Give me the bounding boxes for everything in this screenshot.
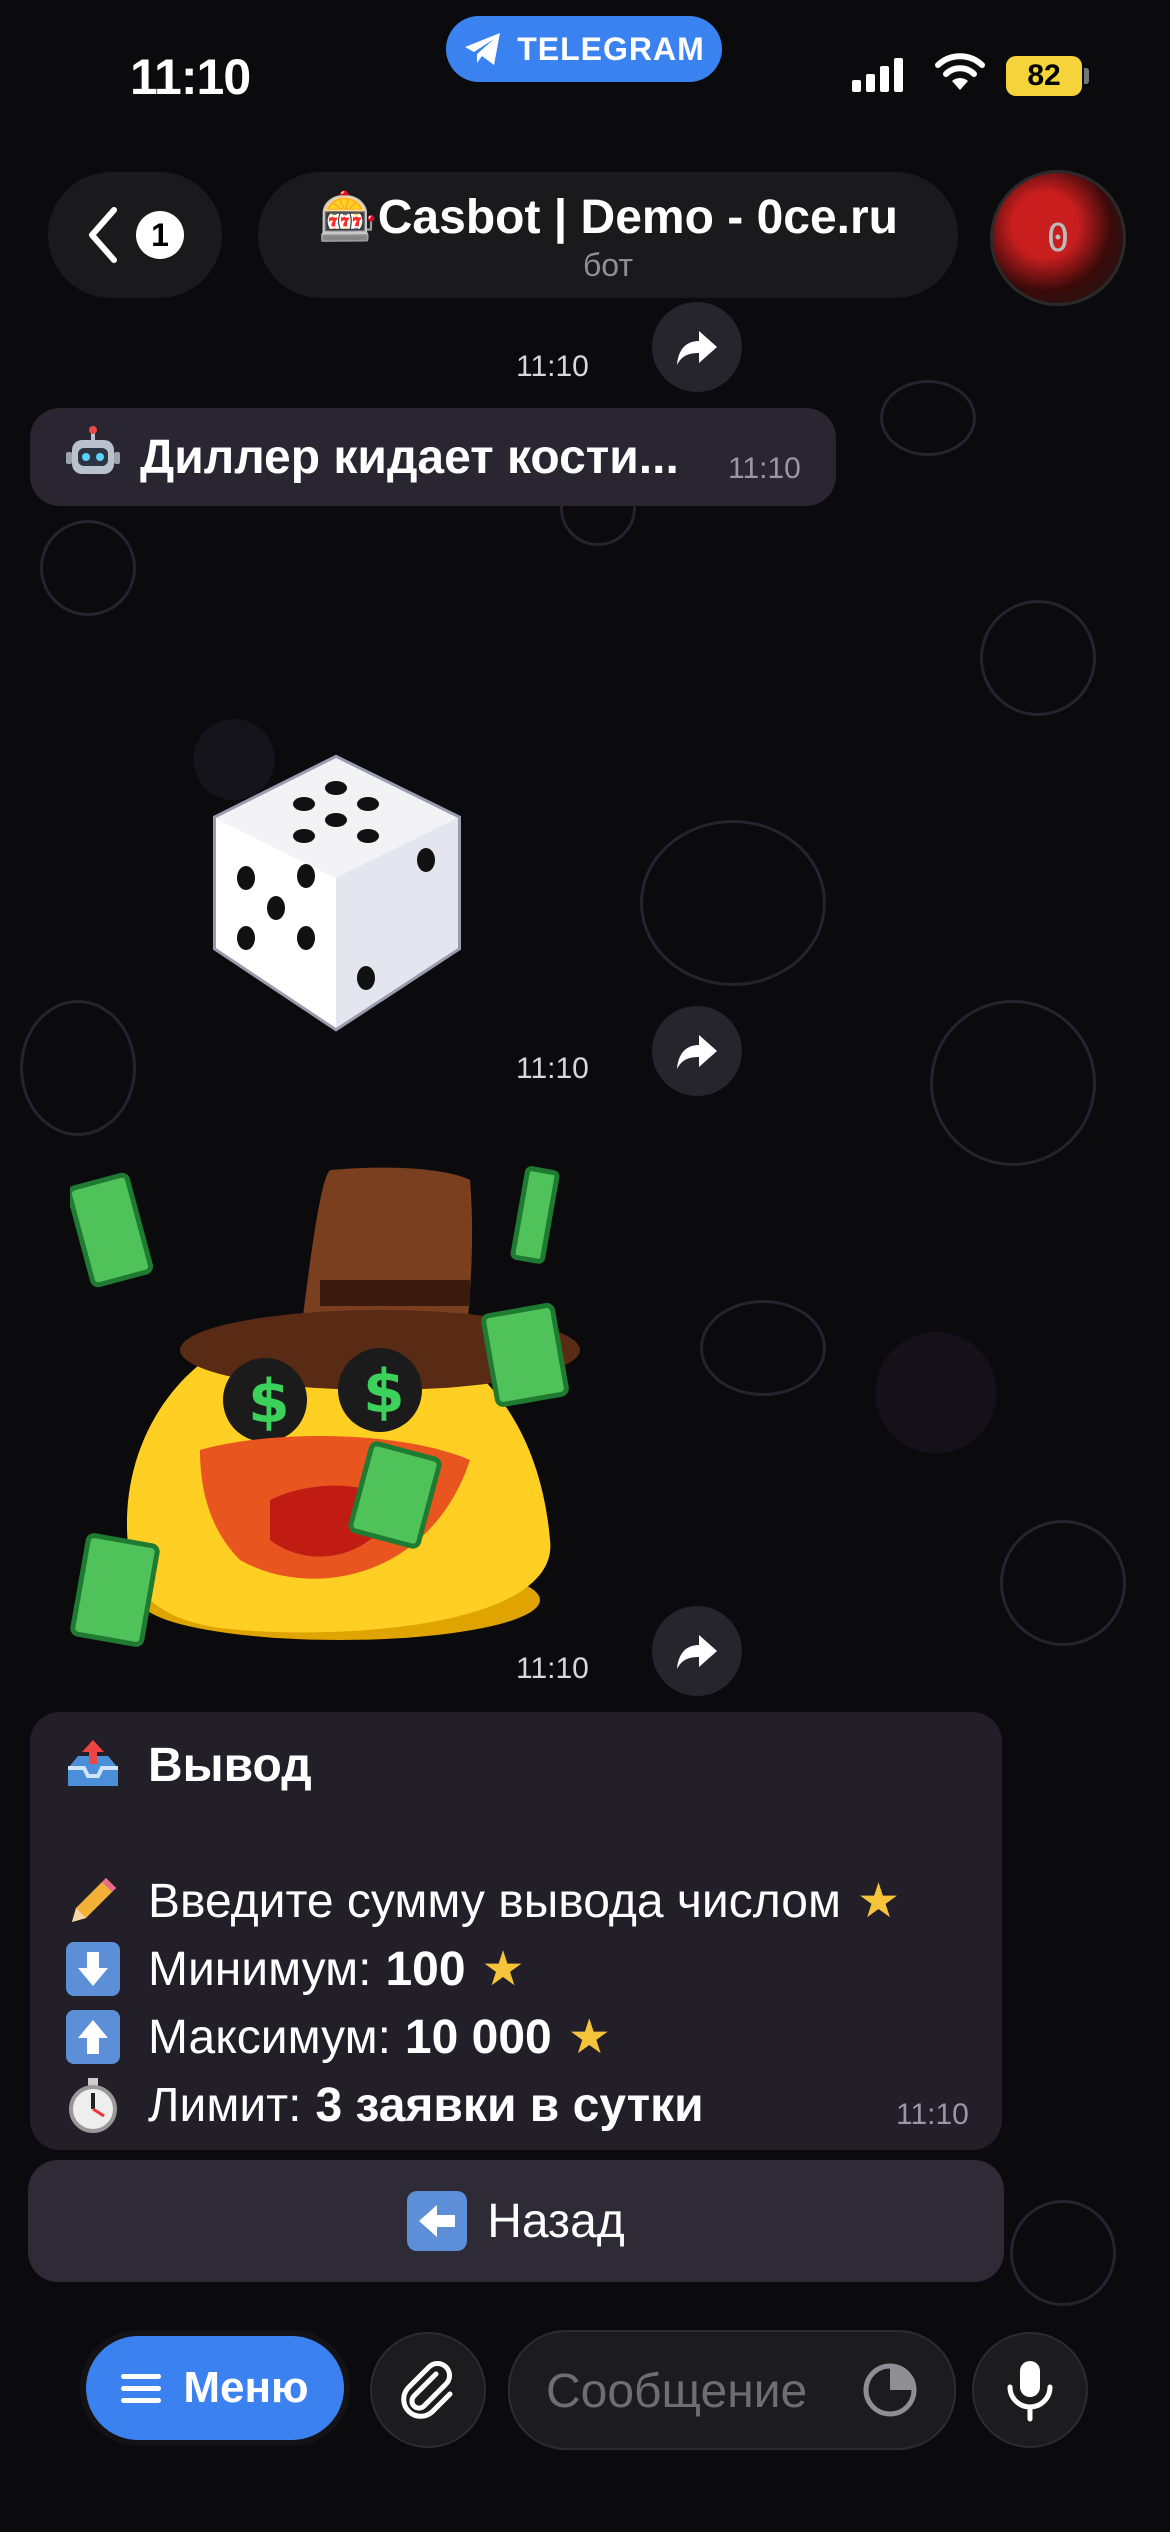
message-bubble[interactable]: Диллер кидает кости... 11:10	[30, 408, 836, 506]
withdraw-max-line: Максимум: 10 000 ★	[62, 2006, 611, 2068]
star-icon: ★	[856, 1875, 900, 1928]
chevron-left-icon	[89, 207, 117, 263]
star-icon: ★	[481, 1943, 525, 1996]
menu-button[interactable]: Меню	[86, 2336, 344, 2440]
voice-button[interactable]	[972, 2332, 1088, 2448]
message-placeholder: Сообщение	[546, 2365, 808, 2418]
message-text: Диллер кидает кости...	[140, 431, 679, 484]
withdraw-min-value: 100	[385, 1942, 466, 1996]
inline-back-label: Назад	[487, 2194, 625, 2248]
back-button[interactable]: 1	[48, 172, 222, 298]
stopwatch-icon	[62, 2074, 124, 2136]
wifi-icon	[935, 53, 985, 90]
message-time: 11:10	[516, 1052, 589, 1085]
forward-button[interactable]	[652, 1606, 742, 1696]
arrow-left-icon	[407, 2191, 468, 2251]
message-input[interactable]: Сообщение	[508, 2330, 956, 2450]
bot-avatar[interactable]: 0	[990, 170, 1126, 306]
withdraw-title-line: Вывод	[62, 1734, 312, 1796]
withdraw-min-label: Минимум:	[148, 1942, 372, 1996]
chat-subtitle: бот	[582, 247, 634, 283]
withdraw-title: Вывод	[148, 1738, 312, 1792]
telegram-plane-icon	[465, 33, 501, 65]
telegram-pill[interactable]: TELEGRAM	[446, 16, 722, 82]
menu-label: Меню	[183, 2363, 309, 2412]
forward-icon	[677, 1635, 717, 1669]
withdraw-message[interactable]: Вывод Введите сумму вывода числом ★ Мини…	[30, 1712, 1002, 2150]
pencil-icon	[62, 1870, 124, 1932]
forward-icon	[677, 1035, 717, 1069]
telegram-pill-label: TELEGRAM	[517, 30, 705, 67]
forward-icon	[677, 331, 717, 365]
inline-back-button[interactable]: Назад	[28, 2160, 1004, 2282]
cellular-signal-icon	[852, 58, 903, 92]
forward-button[interactable]	[652, 1006, 742, 1096]
star-icon: ★	[567, 2011, 611, 2064]
withdraw-instruction: Введите сумму вывода числом	[148, 1874, 841, 1928]
message-time: 11:10	[896, 2098, 969, 2131]
svg-text:$: $	[363, 1357, 405, 1427]
battery-tip	[1084, 68, 1089, 84]
arrow-down-icon	[62, 1938, 124, 2000]
robot-icon	[66, 426, 120, 474]
unread-count-badge: 1	[136, 211, 184, 259]
chat-title: 🎰Casbot | Demo - 0ce.ru	[318, 191, 898, 244]
paperclip-icon	[401, 2361, 453, 2419]
sticker-icon[interactable]	[862, 2362, 918, 2418]
attach-button[interactable]	[370, 2332, 486, 2448]
avatar-text: 0	[1046, 216, 1070, 260]
withdraw-limit-line: Лимит: 3 заявки в сутки	[62, 2074, 704, 2136]
message-time: 11:10	[728, 452, 801, 485]
dice-sticker[interactable]	[186, 748, 470, 1032]
withdraw-min-line: Минимум: 100 ★	[62, 1938, 525, 2000]
message-time: 11:10	[516, 350, 589, 383]
microphone-icon	[1007, 2361, 1053, 2422]
arrow-up-icon	[62, 2006, 124, 2068]
chat-title-pill[interactable]: 🎰Casbot | Demo - 0ce.ru бот	[258, 172, 958, 298]
battery-indicator: 82	[1006, 56, 1082, 96]
forward-button[interactable]	[652, 302, 742, 392]
withdraw-limit-label: Лимит:	[148, 2078, 302, 2132]
rich-duck-sticker[interactable]: $ $	[70, 1160, 590, 1680]
outbox-icon	[62, 1734, 124, 1796]
menu-lines-icon	[121, 2374, 162, 2403]
withdraw-limit-value: 3 заявки в сутки	[315, 2078, 704, 2132]
status-time: 11:10	[130, 49, 251, 105]
message-time: 11:10	[516, 1652, 589, 1685]
svg-text:$: $	[248, 1367, 290, 1437]
withdraw-max-label: Максимум:	[148, 2010, 391, 2064]
withdraw-max-value: 10 000	[404, 2010, 552, 2064]
withdraw-instruction-line: Введите сумму вывода числом ★	[62, 1870, 900, 1932]
